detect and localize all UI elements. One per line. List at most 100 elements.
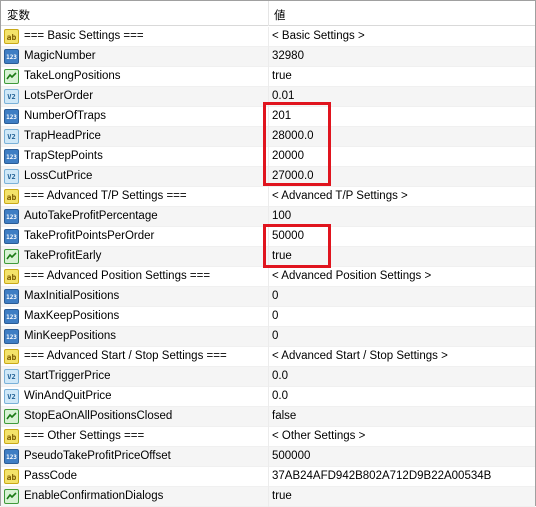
column-header: 変数 値 xyxy=(1,1,535,26)
parameter-value[interactable]: true xyxy=(272,250,292,262)
parameter-name: WinAndQuitPrice xyxy=(24,390,112,402)
parameter-value[interactable]: 0.0 xyxy=(272,370,288,382)
parameter-name: === Basic Settings === xyxy=(24,30,144,42)
parameter-row[interactable]: V2 LotsPerOrder 0.01 xyxy=(1,87,535,107)
column-separator xyxy=(268,147,269,167)
parameter-value[interactable]: 20000 xyxy=(272,150,304,162)
parameter-row[interactable]: ab === Other Settings === < Other Settings… xyxy=(1,427,535,447)
parameter-value[interactable]: false xyxy=(272,410,296,422)
parameter-row[interactable]: V2 LossCutPrice 27000.0 xyxy=(1,167,535,187)
string-type-icon: ab xyxy=(4,269,19,284)
string-type-icon: ab xyxy=(4,29,19,44)
parameter-row[interactable]: 123 MagicNumber 32980 xyxy=(1,47,535,67)
integer-type-icon: 123 xyxy=(4,229,19,244)
parameter-row[interactable]: 123 TakeProfitPointsPerOrder 50000 xyxy=(1,227,535,247)
parameter-value[interactable]: 100 xyxy=(272,210,291,222)
integer-type-icon: 123 xyxy=(4,209,19,224)
parameter-value[interactable]: 0 xyxy=(272,310,278,322)
parameter-value[interactable]: 0.01 xyxy=(272,90,294,102)
integer-type-icon: 123 xyxy=(4,289,19,304)
parameter-value[interactable]: < Advanced Start / Stop Settings > xyxy=(272,350,448,362)
header-separator xyxy=(268,1,269,26)
column-separator xyxy=(268,267,269,287)
double-type-icon: V2 xyxy=(4,369,19,384)
parameter-name: TakeProfitEarly xyxy=(24,250,102,262)
column-separator xyxy=(268,47,269,67)
parameter-value[interactable]: < Other Settings > xyxy=(272,430,365,442)
parameter-value[interactable]: < Advanced T/P Settings > xyxy=(272,190,408,202)
parameter-value[interactable]: 28000.0 xyxy=(272,130,314,142)
parameter-name: === Advanced T/P Settings === xyxy=(24,190,187,202)
parameter-name: PseudoTakeProfitPriceOffset xyxy=(24,450,171,462)
parameter-row[interactable]: ab === Advanced T/P Settings === < Advance… xyxy=(1,187,535,207)
parameter-value[interactable]: true xyxy=(272,490,292,502)
parameter-row[interactable]: 123 TrapStepPoints 20000 xyxy=(1,147,535,167)
parameter-value[interactable]: 27000.0 xyxy=(272,170,314,182)
double-type-icon: V2 xyxy=(4,89,19,104)
column-separator xyxy=(268,467,269,487)
parameter-value[interactable]: 37AB24AFD942B802A712D9B22A00534B xyxy=(272,470,491,482)
string-type-icon: ab xyxy=(4,469,19,484)
parameter-row[interactable]: 123 NumberOfTraps 201 xyxy=(1,107,535,127)
parameter-name: MinKeepPositions xyxy=(24,330,117,342)
parameter-name: PassCode xyxy=(24,470,78,482)
parameter-value[interactable]: 0 xyxy=(272,330,278,342)
parameter-name: MaxInitialPositions xyxy=(24,290,120,302)
parameter-row[interactable]: TakeProfitEarly true xyxy=(1,247,535,267)
parameter-row[interactable]: ab === Basic Settings === < Basic Settings… xyxy=(1,27,535,47)
integer-type-icon: 123 xyxy=(4,329,19,344)
parameter-name: === Advanced Start / Stop Settings === xyxy=(24,350,227,362)
parameter-name: StopEaOnAllPositionsClosed xyxy=(24,410,173,422)
string-type-icon: ab xyxy=(4,429,19,444)
parameter-row[interactable]: 123 AutoTakeProfitPercentage 100 xyxy=(1,207,535,227)
boolean-type-icon xyxy=(4,69,19,84)
parameter-name: StartTriggerPrice xyxy=(24,370,111,382)
parameter-value[interactable]: 0.0 xyxy=(272,390,288,402)
parameter-value[interactable]: 500000 xyxy=(272,450,310,462)
parameter-value[interactable]: < Basic Settings > xyxy=(272,30,365,42)
parameter-row[interactable]: StopEaOnAllPositionsClosed false xyxy=(1,407,535,427)
column-separator xyxy=(268,127,269,147)
column-separator xyxy=(268,287,269,307)
parameter-row[interactable]: TakeLongPositions true xyxy=(1,67,535,87)
parameter-row[interactable]: 123 MinKeepPositions 0 xyxy=(1,327,535,347)
boolean-type-icon xyxy=(4,409,19,424)
column-separator xyxy=(268,447,269,467)
parameter-value[interactable]: < Advanced Position Settings > xyxy=(272,270,431,282)
parameter-name: NumberOfTraps xyxy=(24,110,107,122)
parameter-row[interactable]: 123 MaxInitialPositions 0 xyxy=(1,287,535,307)
column-separator xyxy=(268,407,269,427)
parameter-row[interactable]: V2 StartTriggerPrice 0.0 xyxy=(1,367,535,387)
column-separator xyxy=(268,307,269,327)
column-separator xyxy=(268,387,269,407)
parameter-value[interactable]: 50000 xyxy=(272,230,304,242)
column-separator xyxy=(268,427,269,447)
column-separator xyxy=(268,187,269,207)
string-type-icon: ab xyxy=(4,189,19,204)
integer-type-icon: 123 xyxy=(4,149,19,164)
name-column-header[interactable]: 変数 xyxy=(7,7,30,23)
parameter-name: TrapHeadPrice xyxy=(24,130,101,142)
parameter-value[interactable]: 0 xyxy=(272,290,278,302)
column-separator xyxy=(268,107,269,127)
integer-type-icon: 123 xyxy=(4,309,19,324)
parameter-name: LotsPerOrder xyxy=(24,90,94,102)
parameter-row[interactable]: 123 MaxKeepPositions 0 xyxy=(1,307,535,327)
integer-type-icon: 123 xyxy=(4,49,19,64)
parameter-name: AutoTakeProfitPercentage xyxy=(24,210,158,222)
parameter-row[interactable]: EnableConfirmationDialogs true xyxy=(1,487,535,507)
value-column-header[interactable]: 値 xyxy=(274,7,286,23)
parameter-value[interactable]: 32980 xyxy=(272,50,304,62)
parameter-row[interactable]: ab === Advanced Position Settings === < Ad… xyxy=(1,267,535,287)
column-separator xyxy=(268,87,269,107)
double-type-icon: V2 xyxy=(4,169,19,184)
parameter-row[interactable]: 123 PseudoTakeProfitPriceOffset 500000 xyxy=(1,447,535,467)
parameter-value[interactable]: 201 xyxy=(272,110,291,122)
parameter-row[interactable]: V2 TrapHeadPrice 28000.0 xyxy=(1,127,535,147)
parameter-value[interactable]: true xyxy=(272,70,292,82)
parameter-name: TrapStepPoints xyxy=(24,150,103,162)
boolean-type-icon xyxy=(4,249,19,264)
parameter-row[interactable]: V2 WinAndQuitPrice 0.0 xyxy=(1,387,535,407)
parameter-row[interactable]: ab PassCode 37AB24AFD942B802A712D9B22A0053… xyxy=(1,467,535,487)
parameter-row[interactable]: ab === Advanced Start / Stop Settings ===… xyxy=(1,347,535,367)
